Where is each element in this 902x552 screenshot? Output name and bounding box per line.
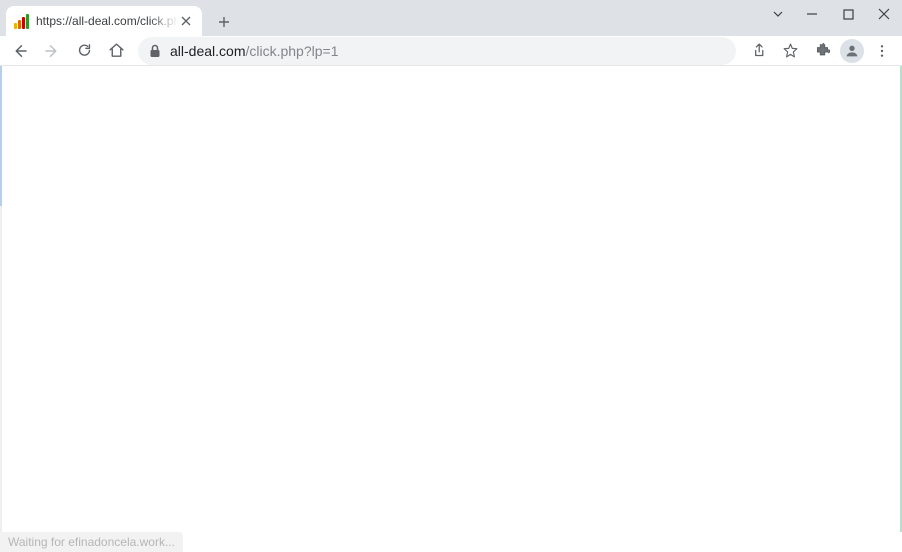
close-icon [878, 8, 890, 20]
star-icon [782, 42, 799, 59]
tab-title: https://all-deal.com/click.php?lp [36, 14, 178, 28]
back-button[interactable] [6, 37, 34, 65]
profile-button[interactable] [840, 39, 864, 63]
browser-tab[interactable]: https://all-deal.com/click.php?lp [6, 6, 202, 36]
chevron-down-icon [772, 8, 784, 20]
lock-icon [148, 44, 162, 58]
bookmark-button[interactable] [776, 37, 804, 65]
page-content [0, 66, 902, 532]
home-icon [108, 42, 125, 59]
person-icon [844, 43, 860, 59]
tabs-area: https://all-deal.com/click.php?lp [0, 0, 762, 36]
browser-toolbar: all-deal.com/click.php?lp=1 [0, 36, 902, 66]
share-icon [750, 42, 767, 59]
tab-close-button[interactable] [178, 13, 194, 29]
status-bar: Waiting for efinadoncela.work... [0, 532, 183, 552]
url-text: all-deal.com/click.php?lp=1 [170, 43, 726, 59]
plus-icon [218, 16, 230, 28]
new-tab-button[interactable] [210, 8, 238, 36]
reload-button[interactable] [70, 37, 98, 65]
extensions-button[interactable] [808, 37, 836, 65]
address-bar[interactable]: all-deal.com/click.php?lp=1 [138, 37, 736, 65]
maximize-icon [843, 9, 854, 20]
reload-icon [76, 42, 93, 59]
minimize-icon [806, 8, 818, 20]
window-close-button[interactable] [866, 0, 902, 28]
title-bar: https://all-deal.com/click.php?lp [0, 0, 902, 36]
status-text: Waiting for efinadoncela.work... [8, 535, 175, 549]
home-button[interactable] [102, 37, 130, 65]
kebab-icon [874, 43, 890, 59]
menu-button[interactable] [868, 37, 896, 65]
arrow-left-icon [11, 42, 29, 60]
maximize-button[interactable] [830, 0, 866, 28]
url-path: /click.php?lp=1 [245, 43, 338, 59]
window-dropdown-button[interactable] [762, 0, 794, 28]
window-controls [762, 0, 902, 28]
forward-button[interactable] [38, 37, 66, 65]
favicon-bars-icon [14, 13, 30, 29]
puzzle-icon [814, 42, 831, 59]
url-host: all-deal.com [170, 43, 245, 59]
left-window-edge [0, 66, 2, 532]
arrow-right-icon [43, 42, 61, 60]
minimize-button[interactable] [794, 0, 830, 28]
close-icon [181, 16, 191, 26]
share-button[interactable] [744, 37, 772, 65]
